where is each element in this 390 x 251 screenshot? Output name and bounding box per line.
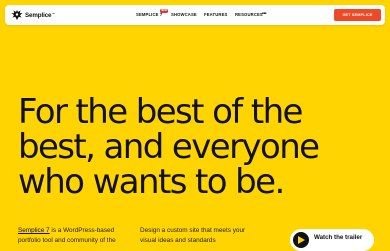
play-icon — [298, 236, 305, 244]
intro-text-right: Design a custom site that meets your vis… — [140, 227, 246, 244]
semplice-logo-icon — [11, 10, 23, 20]
top-navigation-bar: Semplice™ SEMPLICE 7 NEW SHOWCASE FEATUR… — [5, 5, 385, 25]
hero-headline: For the best of the best, and everyone w… — [18, 92, 320, 202]
semplice-7-link[interactable]: Semplice 7 — [18, 227, 50, 234]
play-button-circle — [293, 232, 309, 248]
headline-line: best, and everyone — [18, 127, 320, 167]
nav-link-features[interactable]: FEATURES — [204, 12, 227, 18]
watch-trailer-label: Watch the trailer — [314, 234, 363, 241]
headline-line: who wants to be. — [18, 162, 285, 202]
nav-link-showcase[interactable]: SHOWCASE — [171, 12, 197, 18]
more-menu-icon[interactable]: ••• — [262, 11, 267, 17]
brand-name: Semplice™ — [25, 11, 55, 19]
intro-text-left: Semplice 7 is a WordPress-based portfoli… — [18, 226, 136, 246]
get-semplice-button[interactable]: GET SEMPLICE — [334, 9, 381, 21]
new-badge: NEW — [160, 9, 169, 13]
headline-line: For the best of the — [18, 92, 303, 132]
nav-link-semplice-7[interactable]: SEMPLICE 7 — [136, 12, 162, 18]
brand-logo[interactable]: Semplice™ — [11, 9, 55, 21]
watch-trailer-button[interactable]: Watch the trailer — [290, 229, 374, 251]
nav-link-resources[interactable]: RESOURCES — [235, 12, 263, 18]
